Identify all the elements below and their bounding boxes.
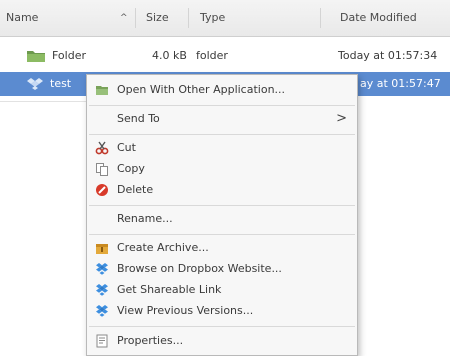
menu-item-browse-dropbox[interactable]: Browse on Dropbox Website... [87,258,357,280]
menu-item-send-to[interactable]: Send To > [87,108,357,130]
column-type-header[interactable]: Type [200,0,225,36]
menu-item-open-with[interactable]: Open With Other Application... [87,79,357,101]
row-divider [0,101,90,102]
column-name-header[interactable]: Name [6,0,38,36]
menu-item-rename[interactable]: Rename... [87,208,357,230]
menu-item-label: Rename... [117,212,173,225]
open-with-icon [96,86,108,95]
menu-item-cut[interactable]: Cut [87,137,357,159]
folder-icon [27,51,45,62]
file-size: 4.0 kB [152,49,187,62]
menu-item-label: Delete [117,183,154,196]
scissors-icon [95,141,109,155]
menu-item-label: Properties... [117,334,184,347]
menu-item-label: Create Archive... [117,241,209,254]
menu-item-previous-versions[interactable]: View Previous Versions... [87,300,357,322]
chevron-right-icon: > [336,111,347,126]
menu-item-label: Cut [117,141,136,154]
dropbox-icon [96,284,108,296]
menu-item-create-archive[interactable]: Create Archive... [87,237,357,259]
archive-icon [96,244,108,254]
dropbox-icon [96,263,108,275]
menu-item-label: Get Shareable Link [117,283,222,296]
menu-item-copy[interactable]: Copy [87,158,357,180]
column-modified-header[interactable]: Date Modified [340,0,417,36]
menu-item-delete[interactable]: Delete [87,179,357,201]
column-separator[interactable] [135,8,136,28]
column-size-header[interactable]: Size [146,0,169,36]
dropbox-file-icon [27,78,43,90]
column-header: Name ^ Size Type Date Modified [0,0,450,37]
menu-item-label: Copy [117,162,145,175]
file-modified: ay at 01:57:47 [360,77,441,90]
menu-separator [89,105,355,106]
menu-separator [89,205,355,206]
file-name: test [50,77,72,90]
menu-item-label: View Previous Versions... [117,304,254,317]
delete-icon [96,184,108,196]
dropbox-icon [96,305,108,317]
menu-item-shareable-link[interactable]: Get Shareable Link [87,279,357,301]
menu-item-label: Browse on Dropbox Website... [117,262,282,275]
file-type: folder [196,49,228,62]
menu-item-properties[interactable]: Properties... [87,330,357,352]
menu-separator [89,134,355,135]
copy-icon [96,163,108,176]
column-separator[interactable] [320,8,321,28]
menu-separator [89,326,355,327]
menu-item-label: Send To [117,112,160,125]
menu-item-label: Open With Other Application... [117,83,286,96]
file-row-folder[interactable]: Folder 4.0 kB folder Today at 01:57:34 [0,44,450,68]
menu-separator [89,234,355,235]
file-modified: Today at 01:57:34 [338,49,438,62]
sort-ascending-icon[interactable]: ^ [120,0,128,36]
file-name: Folder [52,49,86,62]
column-separator[interactable] [188,8,189,28]
context-menu: Open With Other Application... Send To >… [86,74,358,356]
properties-icon [96,334,108,348]
file-manager-window: Name ^ Size Type Date Modified Folder 4.… [0,0,450,356]
